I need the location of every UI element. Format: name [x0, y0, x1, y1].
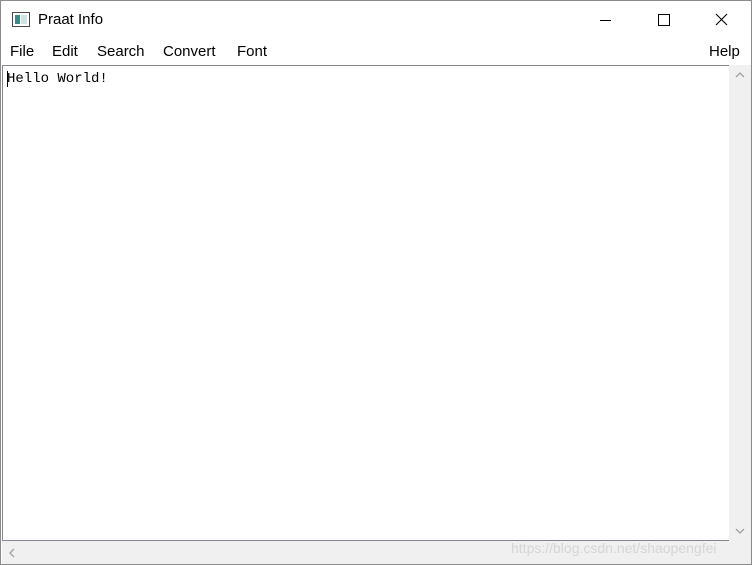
watermark-text: https://blog.csdn.net/shaopengfei [511, 540, 717, 556]
vertical-scrollbar[interactable] [729, 65, 751, 541]
menu-font[interactable]: Font [236, 43, 268, 61]
info-text-area[interactable]: Hello World! [2, 65, 729, 541]
chevron-left-icon[interactable] [8, 548, 15, 558]
title-bar[interactable]: Praat Info [1, 1, 751, 39]
close-button[interactable] [693, 1, 751, 39]
window-title: Praat Info [38, 11, 104, 28]
info-text: Hello World! [7, 71, 108, 87]
menu-file[interactable]: File [9, 43, 35, 61]
minimize-icon [600, 20, 611, 21]
menu-search[interactable]: Search [96, 43, 146, 61]
maximize-icon [658, 14, 670, 26]
text-caret [7, 71, 8, 87]
menu-convert[interactable]: Convert [162, 43, 217, 61]
maximize-button[interactable] [635, 1, 693, 39]
chevron-down-icon[interactable] [735, 528, 745, 535]
scrollbar-corner [729, 541, 751, 564]
praat-info-window: Praat Info File Edit Search Convert Font… [0, 0, 752, 565]
close-icon [715, 13, 728, 26]
minimize-button[interactable] [577, 1, 635, 39]
menu-bar: File Edit Search Convert Font Help [1, 39, 751, 64]
chevron-up-icon[interactable] [735, 71, 745, 78]
menu-help[interactable]: Help [708, 43, 741, 61]
praat-app-icon[interactable] [12, 12, 30, 27]
menu-edit[interactable]: Edit [51, 43, 79, 61]
